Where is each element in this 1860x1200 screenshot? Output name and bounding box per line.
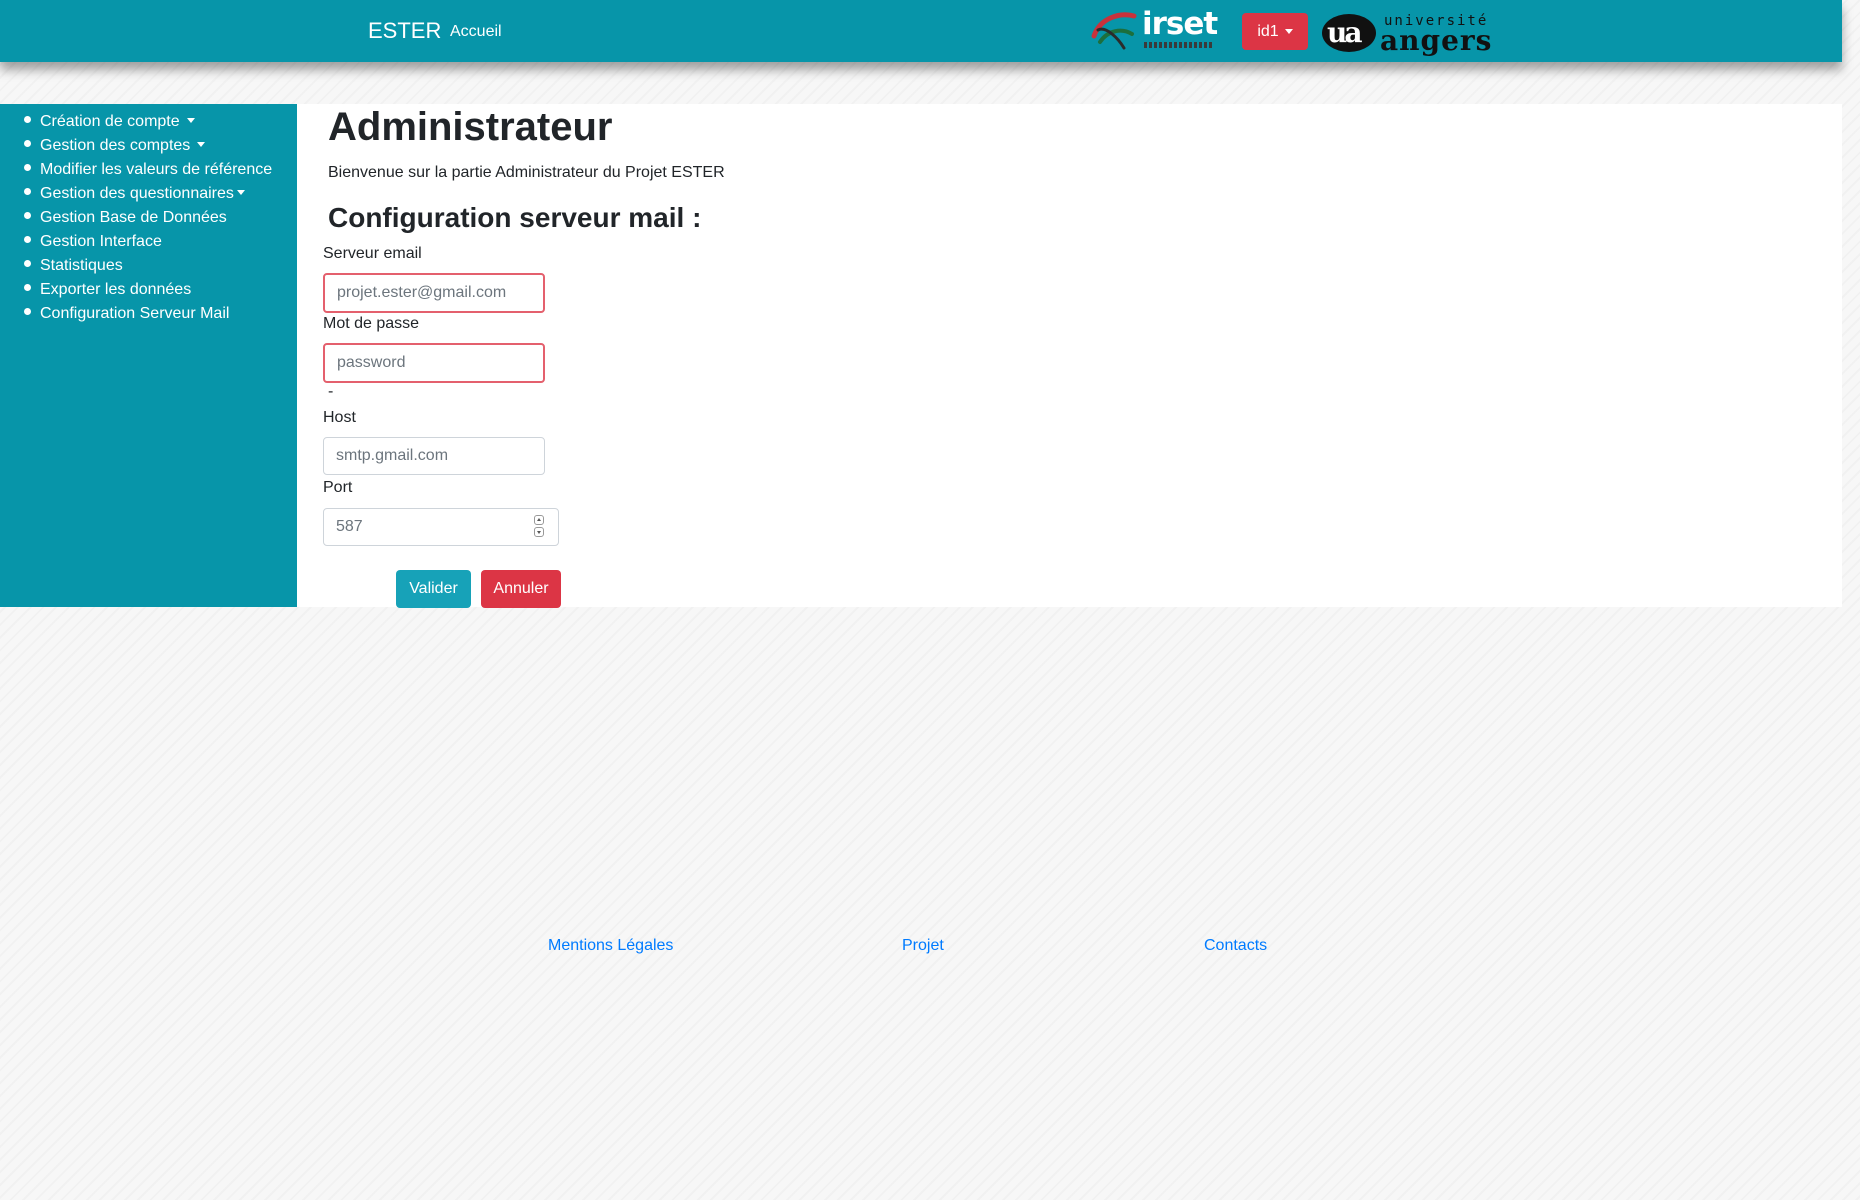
bullet-icon — [24, 188, 31, 195]
sidebar-item-base-donnees[interactable]: Gestion Base de Données — [24, 209, 227, 227]
irset-swoosh-icon — [1091, 12, 1137, 50]
chevron-down-icon — [186, 118, 195, 123]
irset-logo: irset — [1090, 6, 1218, 52]
chevron-down-icon — [1284, 29, 1293, 34]
chevron-down-icon[interactable] — [534, 527, 544, 537]
bullet-icon — [24, 140, 31, 147]
sidebar-item-serveur-mail[interactable]: Configuration Serveur Mail — [24, 305, 229, 323]
bullet-icon — [24, 236, 31, 243]
host-field[interactable] — [323, 437, 545, 475]
footer-link-mentions-legales[interactable]: Mentions Légales — [548, 937, 673, 955]
user-menu-label: id1 — [1257, 22, 1279, 40]
top-navbar: ESTER Accueil irset id1 ua université an… — [0, 0, 1842, 62]
sidebar-item-valeurs-reference[interactable]: Modifier les valeurs de référence — [24, 161, 272, 179]
bullet-icon — [24, 260, 31, 267]
brand-link[interactable]: ESTER — [368, 18, 441, 44]
welcome-text: Bienvenue sur la partie Administrateur d… — [328, 164, 725, 181]
footer-link-contacts[interactable]: Contacts — [1204, 937, 1267, 955]
chevron-up-icon[interactable] — [534, 515, 544, 525]
email-field[interactable] — [323, 273, 545, 313]
section-title: Configuration serveur mail : — [328, 202, 702, 233]
sidebar-item-creation-compte[interactable]: Création de compte — [24, 113, 195, 131]
port-stepper[interactable] — [534, 515, 546, 539]
port-field[interactable]: 587 — [323, 508, 559, 546]
universite-angers-logo: ua université angers — [1322, 10, 1491, 57]
email-label: Serveur email — [323, 245, 422, 262]
sidebar-item-gestion-comptes[interactable]: Gestion des comptes — [24, 137, 206, 155]
bullet-icon — [24, 308, 31, 315]
host-label: Host — [323, 409, 356, 426]
submit-button[interactable]: Valider — [396, 570, 471, 608]
chevron-down-icon — [236, 190, 245, 195]
bullet-icon — [24, 212, 31, 219]
admin-sidebar: Création de compte Gestion des comptes M… — [0, 104, 297, 607]
footer-link-projet[interactable]: Projet — [902, 937, 944, 955]
ua-mark-icon: ua — [1322, 14, 1376, 52]
sidebar-item-exporter[interactable]: Exporter les données — [24, 281, 191, 299]
irset-wordmark: irset — [1142, 6, 1218, 42]
bullet-icon — [24, 116, 31, 123]
password-label: Mot de passe — [323, 315, 420, 332]
cancel-button[interactable]: Annuler — [481, 570, 561, 608]
irset-tagline — [1144, 42, 1214, 48]
bullet-icon — [24, 284, 31, 291]
chevron-down-icon — [197, 142, 206, 147]
sidebar-item-statistiques[interactable]: Statistiques — [24, 257, 123, 275]
sidebar-item-interface[interactable]: Gestion Interface — [24, 233, 162, 251]
page-title: Administrateur — [328, 105, 613, 149]
port-label: Port — [323, 479, 353, 496]
port-value: 587 — [336, 518, 363, 535]
user-menu-dropdown[interactable]: id1 — [1242, 13, 1308, 50]
bullet-icon — [24, 164, 31, 171]
ua-logo-line2: angers — [1380, 24, 1493, 57]
home-link[interactable]: Accueil — [450, 23, 502, 41]
sidebar-item-questionnaires[interactable]: Gestion des questionnaires — [24, 185, 245, 203]
separator-text: - — [328, 383, 334, 400]
password-field[interactable] — [323, 343, 545, 383]
